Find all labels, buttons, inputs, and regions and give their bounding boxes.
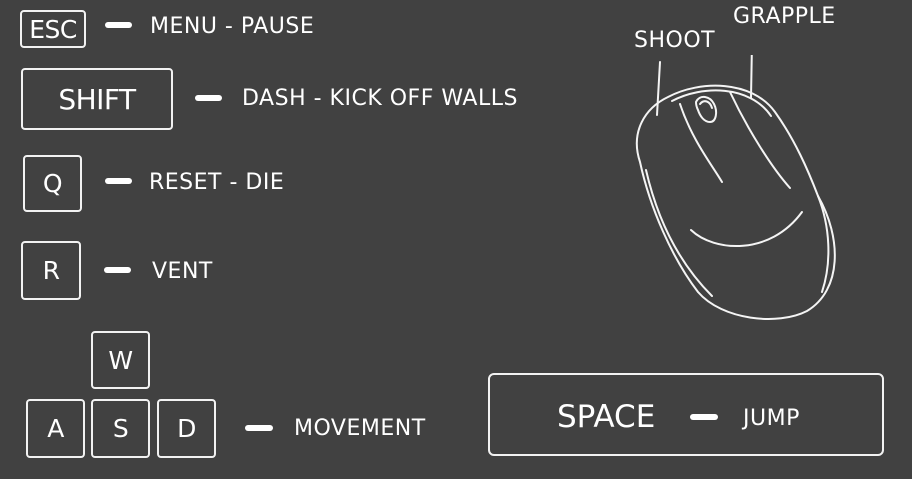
space-key-label: SPACE xyxy=(557,399,656,435)
q-action: RESET - DIE xyxy=(149,170,285,195)
q-key: Q xyxy=(23,155,82,212)
esc-key: ESC xyxy=(20,10,86,48)
shift-key: SHIFT xyxy=(21,68,173,130)
s-key: S xyxy=(91,399,150,458)
r-key: R xyxy=(21,241,81,300)
movement-action: MOVEMENT xyxy=(294,416,426,441)
shift-action: DASH - KICK OFF WALLS xyxy=(242,86,518,111)
shift-dash xyxy=(195,95,222,101)
a-key: A xyxy=(26,399,85,458)
space-action: JUMP xyxy=(743,406,800,431)
q-dash xyxy=(105,178,132,184)
d-key-label: D xyxy=(177,414,196,443)
d-key: D xyxy=(157,399,216,458)
s-key-label: S xyxy=(112,414,129,443)
r-dash xyxy=(104,267,131,273)
esc-dash xyxy=(105,22,132,28)
movement-dash xyxy=(245,425,273,431)
grapple-label: GRAPPLE xyxy=(733,4,836,29)
a-key-label: A xyxy=(47,414,64,443)
shift-key-label: SHIFT xyxy=(58,82,136,116)
esc-key-label: ESC xyxy=(29,14,77,44)
w-key: W xyxy=(91,331,150,389)
shoot-label: SHOOT xyxy=(634,28,716,53)
r-action: VENT xyxy=(152,259,213,284)
computer-mouse-icon xyxy=(635,55,836,320)
r-key-label: R xyxy=(42,256,60,285)
q-key-label: Q xyxy=(42,169,63,198)
space-dash xyxy=(690,414,718,420)
space-key-panel xyxy=(488,373,884,456)
w-key-label: W xyxy=(108,345,133,375)
esc-action: MENU - PAUSE xyxy=(150,14,315,39)
